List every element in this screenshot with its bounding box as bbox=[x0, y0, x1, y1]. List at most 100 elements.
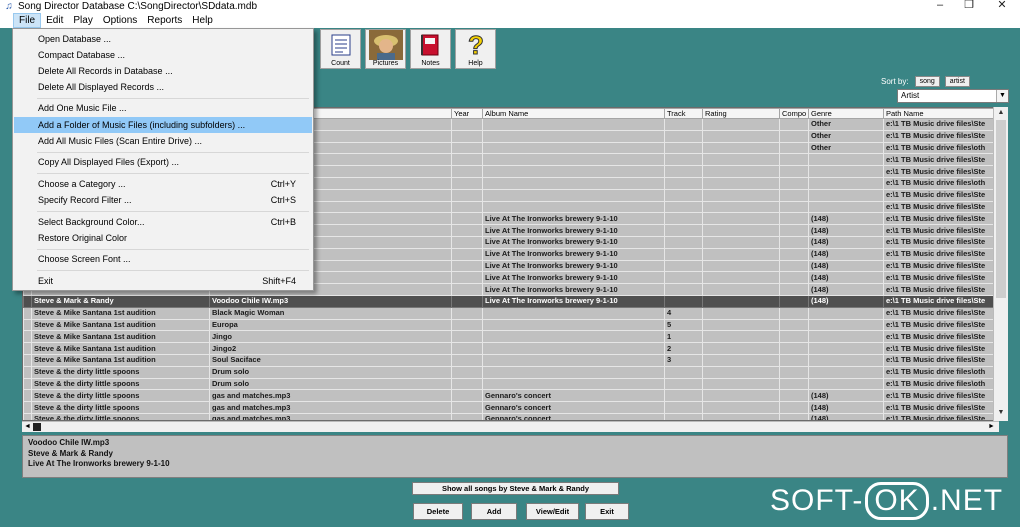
cell-rating[interactable] bbox=[702, 365, 780, 379]
cell-composer[interactable] bbox=[779, 153, 809, 167]
cell-song[interactable]: Soul Saciface bbox=[209, 353, 452, 367]
cell-path[interactable]: e:\1 TB Music drive files\Ste bbox=[883, 330, 1001, 344]
cell-album[interactable]: Live At The Ironworks brewery 9-1-10 bbox=[482, 224, 665, 237]
cell-genre[interactable]: Other bbox=[808, 129, 884, 143]
cell-genre[interactable]: Other bbox=[808, 118, 884, 131]
cell-genre[interactable] bbox=[808, 318, 884, 332]
column-header-genre[interactable]: Genre bbox=[808, 108, 884, 119]
notes-button[interactable]: Notes bbox=[410, 29, 451, 69]
cell-composer[interactable] bbox=[779, 200, 809, 214]
cell-path[interactable]: e:\1 TB Music drive files\Ste bbox=[883, 389, 1001, 403]
cell-composer[interactable] bbox=[779, 330, 809, 344]
cell-album[interactable] bbox=[482, 176, 665, 190]
cell-track[interactable] bbox=[664, 401, 703, 414]
row-marker-cell[interactable] bbox=[23, 389, 32, 403]
cell-song[interactable]: Black Magic Woman bbox=[209, 306, 452, 320]
cell-path[interactable]: e:\1 TB Music drive files\Ste bbox=[883, 118, 1001, 131]
cell-album[interactable] bbox=[482, 330, 665, 344]
cell-track[interactable] bbox=[664, 141, 703, 155]
menu-choose-screen-font[interactable]: Choose Screen Font ... bbox=[14, 251, 312, 267]
exit-button[interactable]: Exit bbox=[585, 503, 629, 520]
cell-track[interactable] bbox=[664, 118, 703, 131]
cell-album[interactable]: Live At The Ironworks brewery 9-1-10 bbox=[482, 294, 665, 308]
cell-track[interactable] bbox=[664, 377, 703, 391]
cell-track[interactable] bbox=[664, 176, 703, 190]
cell-path[interactable]: e:\1 TB Music drive files\Ste bbox=[883, 306, 1001, 320]
cell-rating[interactable] bbox=[702, 283, 780, 296]
cell-rating[interactable] bbox=[702, 176, 780, 190]
cell-artist[interactable]: Steve & Mike Santana 1st audition bbox=[31, 318, 210, 332]
menu-add-one-music-file[interactable]: Add One Music File ... bbox=[14, 100, 312, 116]
menu-specify-record-filter[interactable]: Specify Record Filter ... Ctrl+S bbox=[14, 192, 312, 208]
cell-composer[interactable] bbox=[779, 365, 809, 379]
cell-path[interactable]: e:\1 TB Music drive files\Ste bbox=[883, 200, 1001, 214]
cell-composer[interactable] bbox=[779, 401, 809, 414]
menu-restore-original-color[interactable]: Restore Original Color bbox=[14, 230, 312, 246]
cell-path[interactable]: e:\1 TB Music drive files\Ste bbox=[883, 165, 1001, 178]
cell-rating[interactable] bbox=[702, 389, 780, 403]
table-row[interactable]: Steve & Mike Santana 1st audition Europa 5… bbox=[23, 318, 1001, 332]
cell-genre[interactable] bbox=[808, 165, 884, 178]
row-marker-cell[interactable] bbox=[23, 412, 32, 420]
cell-track[interactable]: 3 bbox=[664, 353, 703, 367]
cell-composer[interactable] bbox=[779, 235, 809, 249]
cell-year[interactable] bbox=[451, 401, 483, 414]
cell-song[interactable]: Drum solo bbox=[209, 377, 452, 391]
sort-artist-button[interactable]: artist bbox=[944, 76, 970, 87]
cell-track[interactable] bbox=[664, 412, 703, 420]
scroll-thumb[interactable] bbox=[996, 120, 1006, 298]
cell-track[interactable]: 1 bbox=[664, 330, 703, 344]
cell-album[interactable] bbox=[482, 129, 665, 143]
cell-genre[interactable]: (148) bbox=[808, 401, 884, 414]
cell-composer[interactable] bbox=[779, 118, 809, 131]
cell-path[interactable]: e:\1 TB Music drive files\oth bbox=[883, 365, 1001, 379]
cell-genre[interactable] bbox=[808, 353, 884, 367]
cell-year[interactable] bbox=[451, 118, 483, 131]
table-row[interactable]: Steve & the dirty little spoons gas and m… bbox=[23, 401, 1001, 414]
menu-delete-all-records[interactable]: Delete All Records in Database ... bbox=[14, 63, 312, 79]
cell-album[interactable] bbox=[482, 200, 665, 214]
cell-year[interactable] bbox=[451, 377, 483, 391]
cell-genre[interactable]: (148) bbox=[808, 294, 884, 308]
cell-composer[interactable] bbox=[779, 318, 809, 332]
cell-rating[interactable] bbox=[702, 259, 780, 273]
chevron-down-icon[interactable]: ▼ bbox=[996, 90, 1008, 102]
cell-rating[interactable] bbox=[702, 118, 780, 131]
cell-album[interactable] bbox=[482, 353, 665, 367]
cell-album[interactable]: Live At The Ironworks brewery 9-1-10 bbox=[482, 247, 665, 261]
cell-track[interactable] bbox=[664, 283, 703, 296]
cell-path[interactable]: e:\1 TB Music drive files\Ste bbox=[883, 294, 1001, 308]
cell-path[interactable]: e:\1 TB Music drive files\Ste bbox=[883, 212, 1001, 226]
cell-rating[interactable] bbox=[702, 412, 780, 420]
cell-track[interactable] bbox=[664, 271, 703, 285]
cell-rating[interactable] bbox=[702, 294, 780, 308]
table-row[interactable]: Steve & Mike Santana 1st audition Jingo2 2… bbox=[23, 342, 1001, 355]
cell-song[interactable]: Jingo2 bbox=[209, 342, 452, 355]
cell-path[interactable]: e:\1 TB Music drive files\Ste bbox=[883, 318, 1001, 332]
cell-genre[interactable]: (148) bbox=[808, 235, 884, 249]
cell-track[interactable]: 5 bbox=[664, 318, 703, 332]
cell-album[interactable]: Gennaro's concert bbox=[482, 389, 665, 403]
table-row[interactable]: Steve & the dirty little spoons gas and m… bbox=[23, 389, 1001, 403]
cell-rating[interactable] bbox=[702, 318, 780, 332]
cell-album[interactable] bbox=[482, 377, 665, 391]
cell-composer[interactable] bbox=[779, 306, 809, 320]
cell-track[interactable]: 2 bbox=[664, 342, 703, 355]
cell-genre[interactable] bbox=[808, 330, 884, 344]
cell-year[interactable] bbox=[451, 247, 483, 261]
cell-year[interactable] bbox=[451, 389, 483, 403]
row-marker-cell[interactable] bbox=[23, 306, 32, 320]
cell-composer[interactable] bbox=[779, 212, 809, 226]
cell-rating[interactable] bbox=[702, 235, 780, 249]
column-header-album[interactable]: Album Name bbox=[482, 108, 665, 119]
cell-album[interactable] bbox=[482, 165, 665, 178]
cell-album[interactable]: Live At The Ironworks brewery 9-1-10 bbox=[482, 212, 665, 226]
restore-button[interactable]: ❐ bbox=[955, 0, 983, 13]
cell-rating[interactable] bbox=[702, 153, 780, 167]
cell-year[interactable] bbox=[451, 318, 483, 332]
cell-album[interactable]: Live At The Ironworks brewery 9-1-10 bbox=[482, 271, 665, 285]
cell-year[interactable] bbox=[451, 271, 483, 285]
scroll-up-icon[interactable]: ▲ bbox=[994, 107, 1008, 119]
cell-composer[interactable] bbox=[779, 342, 809, 355]
row-marker-cell[interactable] bbox=[23, 294, 32, 308]
